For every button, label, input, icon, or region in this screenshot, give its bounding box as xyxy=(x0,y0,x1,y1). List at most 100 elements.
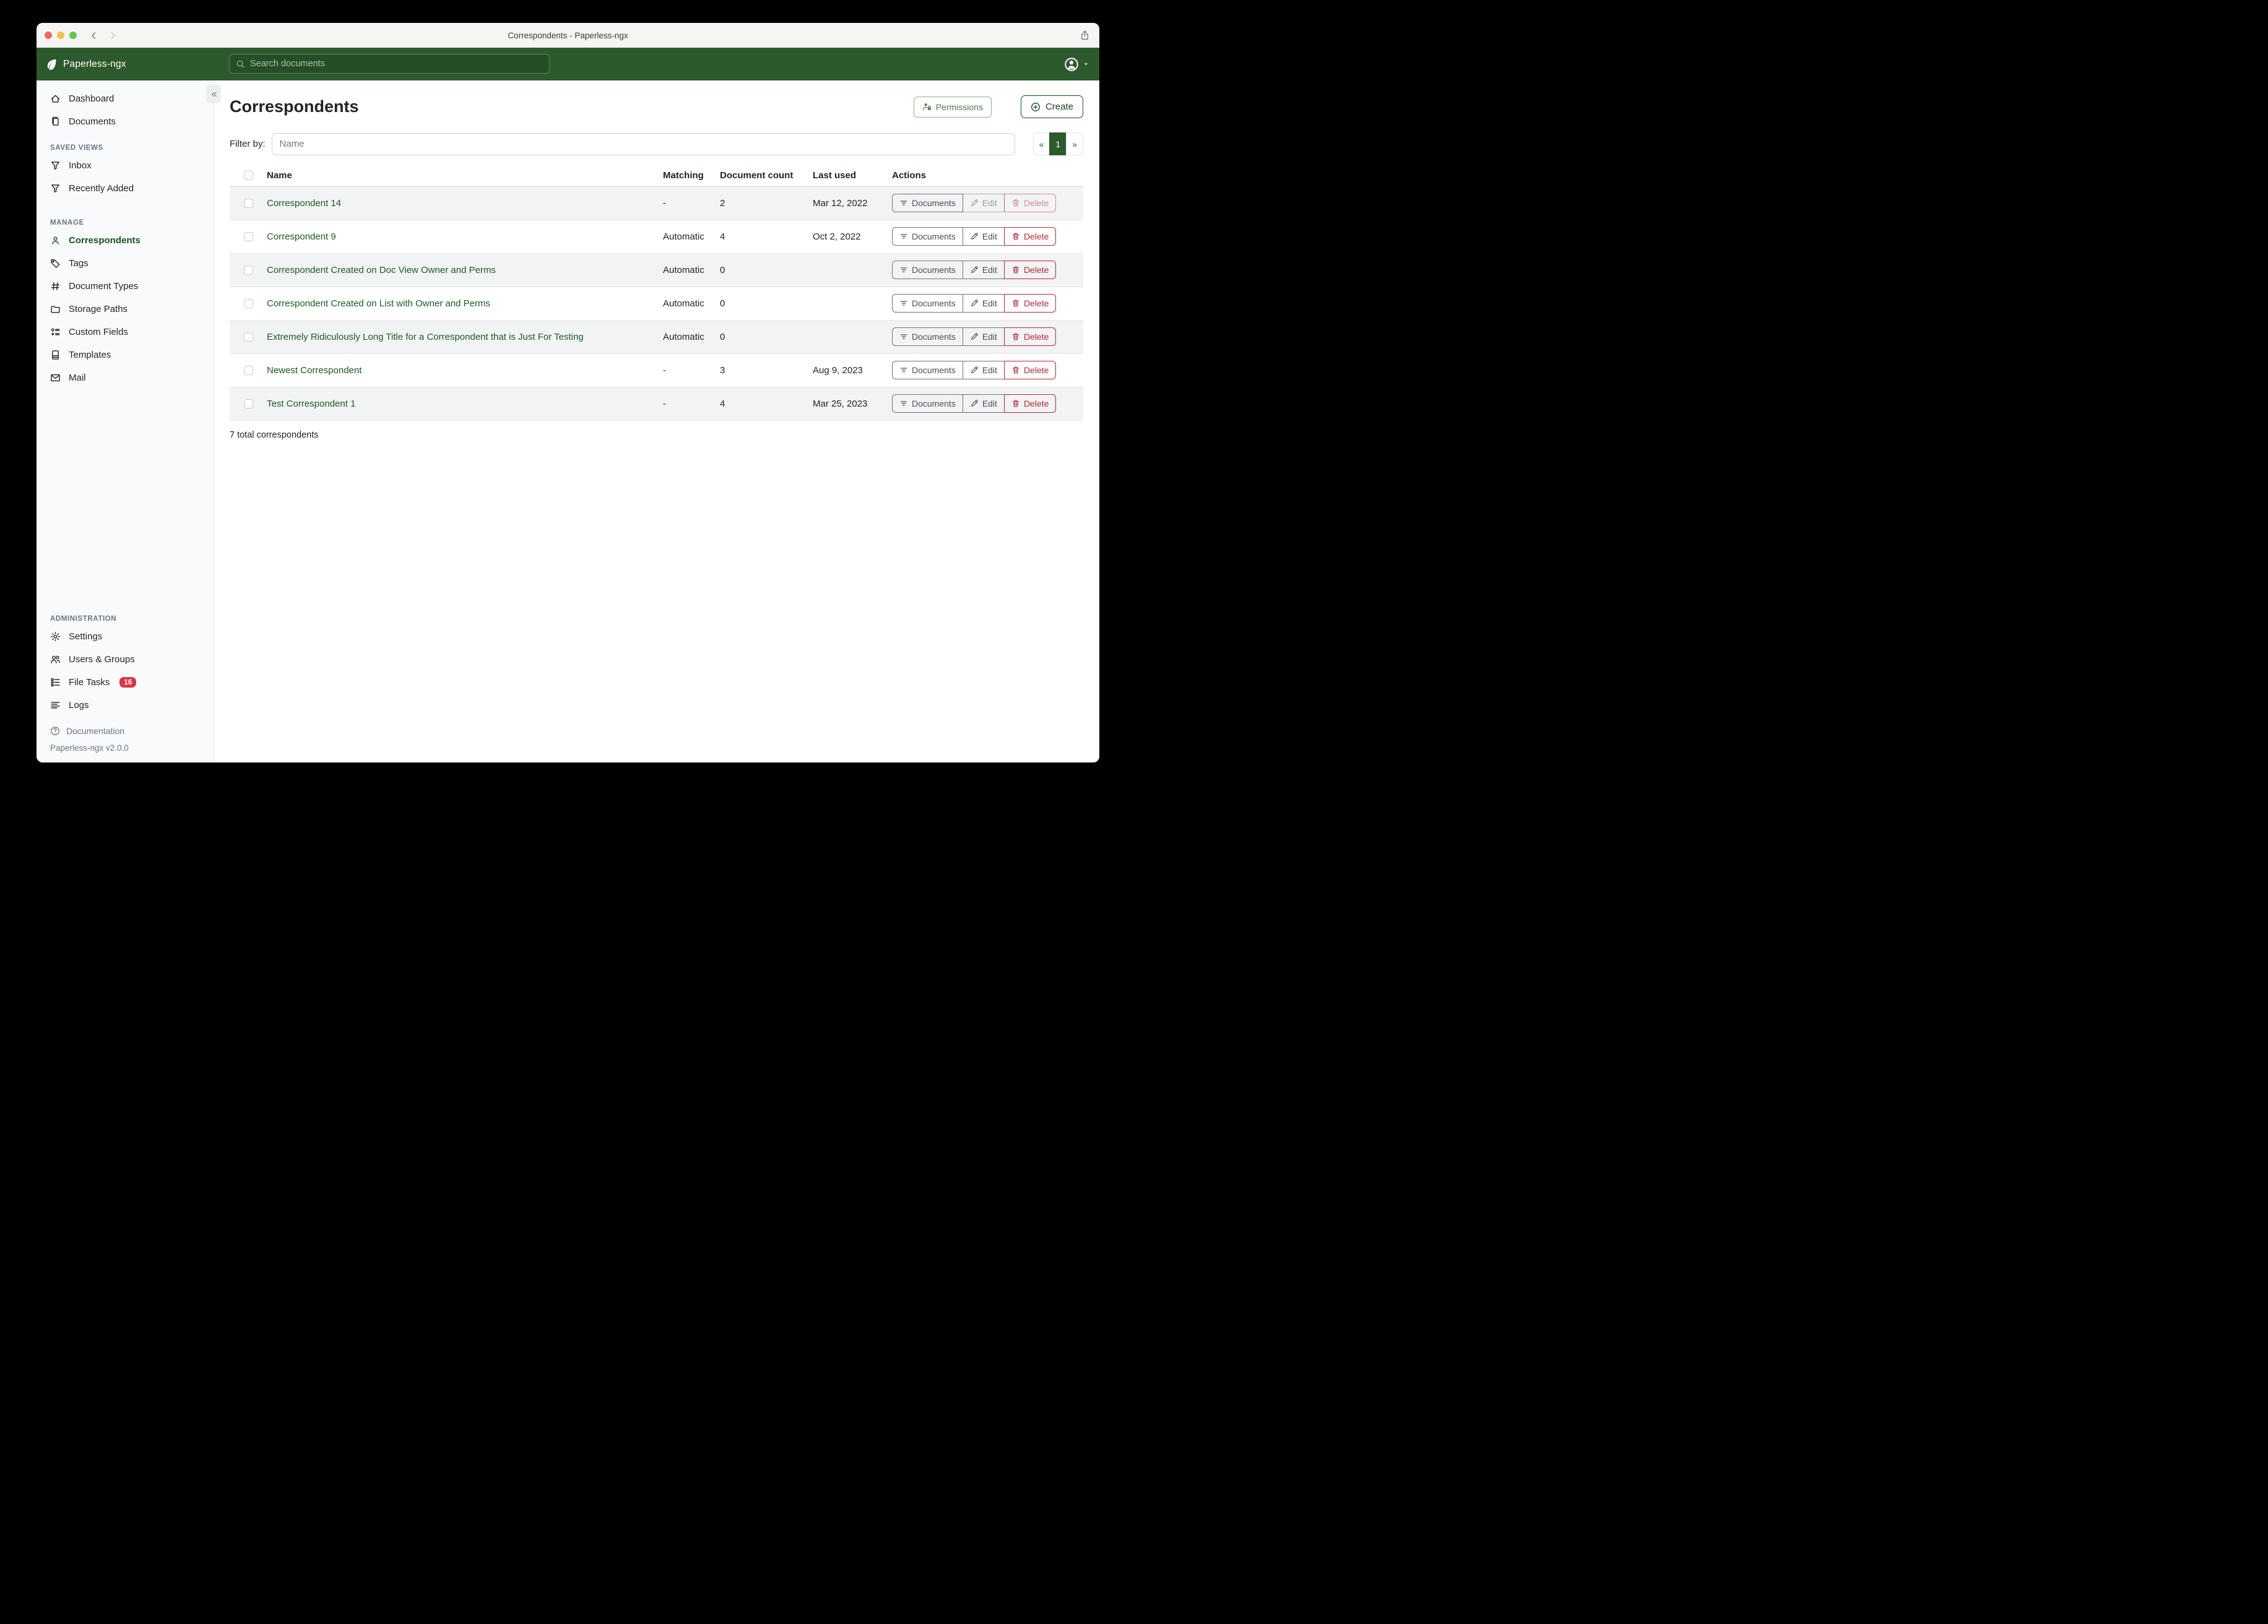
correspondent-link[interactable]: Extremely Ridiculously Long Title for a … xyxy=(267,332,584,342)
row-checkbox[interactable] xyxy=(244,199,253,208)
pagination-page-1[interactable]: 1 xyxy=(1049,132,1067,155)
sidebar-item-documents[interactable]: Documents xyxy=(37,110,214,133)
file-tasks-badge: 16 xyxy=(119,677,136,688)
traffic-lights xyxy=(37,32,77,39)
back-button[interactable] xyxy=(89,31,98,40)
brand[interactable]: Paperless-ngx xyxy=(37,58,126,71)
people-icon xyxy=(50,654,61,665)
table-row: Correspondent 9Automatic4Oct 2, 2022Docu… xyxy=(230,220,1083,253)
edit-button[interactable]: Edit xyxy=(963,294,1005,313)
documents-button[interactable]: Documents xyxy=(892,194,963,212)
pagination-next-button[interactable]: » xyxy=(1066,132,1083,155)
correspondent-link[interactable]: Test Correspondent 1 xyxy=(267,399,355,409)
sidebar-item-tags[interactable]: Tags xyxy=(37,252,214,275)
document-count-cell: 0 xyxy=(720,320,813,353)
delete-button[interactable]: Delete xyxy=(1004,361,1056,379)
envelope-icon xyxy=(50,373,61,383)
edit-button[interactable]: Edit xyxy=(963,394,1005,413)
edit-button[interactable]: Edit xyxy=(963,261,1005,279)
sidebar-item-mail[interactable]: Mail xyxy=(37,366,214,389)
sidebar-item-dashboard[interactable]: Dashboard xyxy=(37,87,214,110)
delete-button[interactable]: Delete xyxy=(1004,394,1056,413)
share-icon[interactable] xyxy=(1080,30,1090,41)
delete-button[interactable]: Delete xyxy=(1004,327,1056,346)
sidebar-section-3: ADMINISTRATION Settings Users & GroupsFile… xyxy=(37,604,214,717)
app-window: Correspondents - Paperless-ngx Paperless… xyxy=(37,23,1099,762)
last-used-cell xyxy=(813,253,892,287)
row-checkbox[interactable] xyxy=(244,266,253,275)
minimize-window-button[interactable] xyxy=(57,32,64,39)
edit-button[interactable]: Edit xyxy=(963,327,1005,346)
search-input[interactable] xyxy=(250,59,543,69)
app-version-label: Paperless-ngx v2.0.0 xyxy=(37,740,214,755)
delete-button[interactable]: Delete xyxy=(1004,194,1056,212)
pencil-icon xyxy=(970,332,979,341)
correspondent-link[interactable]: Correspondent Created on List with Owner… xyxy=(267,298,490,309)
last-used-cell xyxy=(813,287,892,320)
delete-button[interactable]: Delete xyxy=(1004,227,1056,246)
correspondent-link[interactable]: Correspondent 9 xyxy=(267,231,336,242)
documents-button[interactable]: Documents xyxy=(892,394,963,413)
sidebar-section-header-administration: ADMINISTRATION xyxy=(37,613,214,625)
sidebar-item-label: Settings xyxy=(69,631,102,642)
sidebar-item-label: Logs xyxy=(69,700,89,710)
total-count-label: 7 total correspondents xyxy=(230,430,1083,440)
row-checkbox[interactable] xyxy=(244,299,253,308)
row-checkbox[interactable] xyxy=(244,232,253,241)
sidebar-item-recently-added[interactable]: Recently Added xyxy=(37,177,214,200)
maximize-window-button[interactable] xyxy=(69,32,77,39)
correspondent-link[interactable]: Newest Correspondent xyxy=(267,365,361,376)
trash-icon xyxy=(1011,199,1020,207)
trash-icon xyxy=(1011,299,1020,308)
table-row: Test Correspondent 1-4Mar 25, 2023Docume… xyxy=(230,387,1083,420)
row-checkbox[interactable] xyxy=(244,366,253,375)
row-checkbox[interactable] xyxy=(244,332,253,342)
permissions-button[interactable]: Permissions xyxy=(914,97,992,118)
sidebar-item-storage-paths[interactable]: Storage Paths xyxy=(37,298,214,321)
row-checkbox[interactable] xyxy=(244,399,253,408)
sidebar-item-file-tasks[interactable]: File Tasks16 xyxy=(37,671,214,694)
correspondent-link[interactable]: Correspondent Created on Doc View Owner … xyxy=(267,265,496,275)
sidebar-item-custom-fields[interactable]: Custom Fields xyxy=(37,321,214,343)
row-actions: DocumentsEditDelete xyxy=(892,194,1056,212)
delete-button[interactable]: Delete xyxy=(1004,294,1056,313)
documentation-link[interactable]: Documentation xyxy=(37,722,214,740)
documents-button[interactable]: Documents xyxy=(892,294,963,313)
documents-button[interactable]: Documents xyxy=(892,261,963,279)
documents-button[interactable]: Documents xyxy=(892,327,963,346)
documents-button[interactable]: Documents xyxy=(892,227,963,246)
sidebar-item-label: Tags xyxy=(69,258,89,269)
sidebar-section-1: SAVED VIEWSInboxRecently Added xyxy=(37,133,214,200)
close-window-button[interactable] xyxy=(45,32,52,39)
app-navbar: Paperless-ngx xyxy=(37,48,1099,80)
filter-icon xyxy=(899,199,908,207)
edit-button[interactable]: Edit xyxy=(963,227,1005,246)
sidebar-item-correspondents[interactable]: Correspondents xyxy=(37,229,214,252)
last-used-cell: Oct 2, 2022 xyxy=(813,220,892,253)
sidebar-item-templates[interactable]: Templates xyxy=(37,343,214,366)
funnel-icon xyxy=(50,160,61,171)
forward-button[interactable] xyxy=(108,31,118,40)
edit-button[interactable]: Edit xyxy=(963,361,1005,379)
sidebar-item-users-groups[interactable]: Users & Groups xyxy=(37,648,214,671)
sidebar-item-settings[interactable]: Settings xyxy=(37,625,214,648)
correspondent-link[interactable]: Correspondent 14 xyxy=(267,198,341,209)
documents-button[interactable]: Documents xyxy=(892,361,963,379)
filter-name-input[interactable] xyxy=(272,133,1015,155)
sidebar-collapse-button[interactable] xyxy=(206,85,221,103)
create-button[interactable]: Create xyxy=(1021,95,1083,118)
matching-cell: Automatic xyxy=(663,320,720,353)
table-row: Correspondent Created on List with Owner… xyxy=(230,287,1083,320)
create-button-label: Create xyxy=(1045,102,1073,112)
person-icon xyxy=(50,235,61,246)
delete-button[interactable]: Delete xyxy=(1004,261,1056,279)
filter-icon xyxy=(899,332,908,341)
pagination-prev-button[interactable]: « xyxy=(1033,132,1050,155)
sidebar-item-inbox[interactable]: Inbox xyxy=(37,154,214,177)
sidebar-item-document-types[interactable]: Document Types xyxy=(37,275,214,298)
user-menu[interactable] xyxy=(1064,57,1089,72)
select-all-checkbox[interactable] xyxy=(244,171,253,180)
sidebar-item-logs[interactable]: Logs xyxy=(37,694,214,717)
edit-button[interactable]: Edit xyxy=(963,194,1005,212)
trash-icon xyxy=(1011,232,1020,241)
